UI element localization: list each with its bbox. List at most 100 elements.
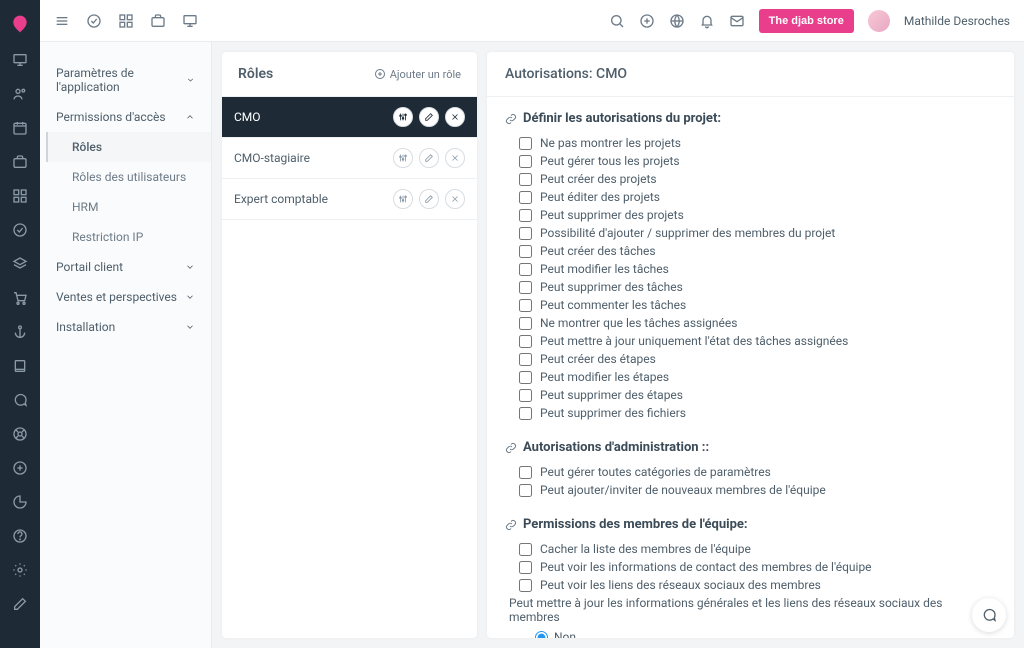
check-circle-icon[interactable] [12,222,28,238]
sidebar-sub-user-roles[interactable]: Rôles des utilisateurs [46,162,211,192]
permission-item[interactable]: Peut supprimer des tâches [505,278,996,296]
role-name: CMO [234,110,261,124]
users-icon[interactable] [12,86,28,102]
sidebar-item-installation[interactable]: Installation [40,312,211,342]
briefcase-icon[interactable] [12,154,28,170]
monitor-icon[interactable] [12,52,28,68]
permission-label: Peut modifier les étapes [540,370,669,384]
cart-icon[interactable] [12,290,28,306]
plus-circle-top-icon[interactable] [639,13,655,29]
permission-item[interactable]: Possibilité d'ajouter / supprimer des me… [505,224,996,242]
edit-icon[interactable] [419,148,439,168]
permission-item[interactable]: Peut gérer toutes catégories de paramètr… [505,463,996,481]
sidebar-item-label: Portail client [56,260,123,274]
menu-icon[interactable] [54,13,70,29]
permission-label: Peut ajouter/inviter de nouveaux membres… [540,483,826,497]
permission-item[interactable]: Peut modifier les étapes [505,368,996,386]
permission-item[interactable]: Ne pas montrer les projets [505,134,996,152]
topbar: The djab store Mathilde Desroches [40,0,1024,42]
anchor-icon[interactable] [12,324,28,340]
pie-chart-icon[interactable] [12,494,28,510]
permission-item[interactable]: Peut commenter les tâches [505,296,996,314]
sliders-icon[interactable] [393,107,413,127]
calendar-icon[interactable] [12,120,28,136]
permission-item[interactable]: Peut créer des tâches [505,242,996,260]
roles-title: Rôles [238,66,273,82]
sidebar-item-access-permissions[interactable]: Permissions d'accès [40,102,211,132]
role-name: Expert comptable [234,192,328,206]
globe-icon[interactable] [669,13,685,29]
permission-item[interactable]: Cacher la liste des membres de l'équipe [505,540,996,558]
permission-label: Ne montrer que les tâches assignées [540,316,737,330]
bell-icon[interactable] [699,13,715,29]
sliders-icon[interactable] [393,148,413,168]
edit-icon[interactable] [419,107,439,127]
permission-item[interactable]: Peut éditer des projets [505,188,996,206]
permission-label: Peut gérer toutes catégories de paramètr… [540,465,771,479]
role-row[interactable]: CMO [222,97,477,138]
edit-icon[interactable] [419,189,439,209]
permission-label: Peut modifier les tâches [540,262,669,276]
search-icon[interactable] [609,13,625,29]
left-rail [0,0,40,648]
username-label[interactable]: Mathilde Desroches [904,14,1010,28]
settings-sidebar: Paramètres de l'application Permissions … [40,42,212,648]
permission-item[interactable]: Peut ajouter/inviter de nouveaux membres… [505,481,996,499]
role-row[interactable]: Expert comptable [222,179,477,220]
section-title: Permissions des membres de l'équipe: [523,517,748,532]
check-circle-top-icon[interactable] [86,13,102,29]
app-logo[interactable] [10,14,30,34]
sidebar-sub-ip-restriction[interactable]: Restriction IP [46,222,211,252]
store-button[interactable]: The djab store [759,9,854,33]
permission-label: Cacher la liste des membres de l'équipe [540,542,751,556]
sidebar-item-sales[interactable]: Ventes et perspectives [40,282,211,312]
close-icon[interactable] [445,107,465,127]
settings-icon[interactable] [12,562,28,578]
sidebar-item-label: Permissions d'accès [56,110,166,124]
mail-icon[interactable] [729,13,745,29]
permission-item[interactable]: Peut gérer tous les projets [505,152,996,170]
book-icon[interactable] [12,358,28,374]
message-icon[interactable] [12,392,28,408]
avatar[interactable] [868,10,890,32]
permission-label: Peut voir les liens des réseaux sociaux … [540,578,821,592]
plus-circle-icon [374,68,386,80]
radio-no[interactable]: Non [535,628,996,638]
grid-icon[interactable] [12,188,28,204]
permission-item[interactable]: Peut mettre à jour uniquement l'état des… [505,332,996,350]
permission-item[interactable]: Peut supprimer des étapes [505,386,996,404]
permission-label: Peut éditer des projets [540,190,660,204]
chat-fab[interactable] [972,598,1006,632]
sidebar-item-client-portal[interactable]: Portail client [40,252,211,282]
section-title: Autorisations d'administration :: [523,440,709,455]
close-icon[interactable] [445,189,465,209]
role-name: CMO-stagiaire [234,151,310,165]
permission-item[interactable]: Peut voir les informations de contact de… [505,558,996,576]
permission-item[interactable]: Peut voir les liens des réseaux sociaux … [505,576,996,594]
add-role-label: Ajouter un rôle [390,68,461,81]
briefcase-top-icon[interactable] [150,13,166,29]
life-buoy-icon[interactable] [12,426,28,442]
permission-item[interactable]: Peut supprimer des projets [505,206,996,224]
sliders-icon[interactable] [393,189,413,209]
chevron-down-icon [185,292,195,302]
plus-circle-icon[interactable] [12,460,28,476]
add-role-button[interactable]: Ajouter un rôle [374,68,461,81]
permission-item[interactable]: Peut créer des projets [505,170,996,188]
sidebar-sub-hrm[interactable]: HRM [46,192,211,222]
desktop-top-icon[interactable] [182,13,198,29]
permission-item[interactable]: Peut créer des étapes [505,350,996,368]
permission-item[interactable]: Peut modifier les tâches [505,260,996,278]
permission-item[interactable]: Ne montrer que les tâches assignées [505,314,996,332]
close-icon[interactable] [445,148,465,168]
permission-label: Peut supprimer des fichiers [540,406,686,420]
layers-icon[interactable] [12,256,28,272]
sidebar-item-app-settings[interactable]: Paramètres de l'application [40,58,211,102]
permission-label: Peut commenter les tâches [540,298,686,312]
edit-icon[interactable] [12,596,28,612]
role-row[interactable]: CMO-stagiaire [222,138,477,179]
sidebar-sub-roles[interactable]: Rôles [46,132,211,162]
permission-item[interactable]: Peut supprimer des fichiers [505,404,996,422]
help-icon[interactable] [12,528,28,544]
grid-top-icon[interactable] [118,13,134,29]
